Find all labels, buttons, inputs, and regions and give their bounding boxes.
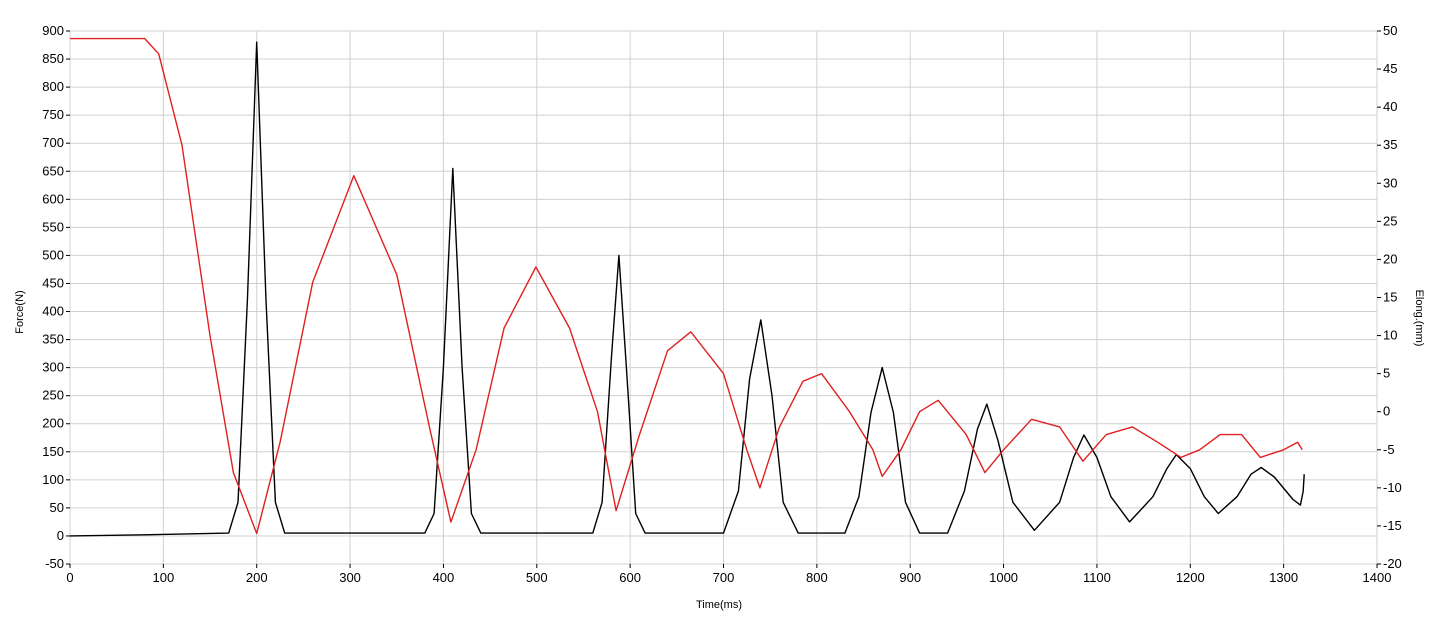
y2-tick-label: 50 [1383, 23, 1397, 38]
y2-tick-label: 0 [1383, 404, 1390, 419]
dual-axis-line-chart: -500501001502002503003504004505005506006… [14, 23, 1425, 611]
y-tick-label: 900 [42, 23, 64, 38]
y-tick-label: 400 [42, 304, 64, 319]
y-tick-label: 850 [42, 51, 64, 66]
x-tick-label: 0 [66, 570, 73, 585]
y-tick-label: 0 [57, 528, 64, 543]
y2-tick-label: 10 [1383, 328, 1397, 343]
x-tick-label: 100 [153, 570, 175, 585]
x-tick-label: 700 [713, 570, 735, 585]
y-tick-label: 300 [42, 360, 64, 375]
x-tick-label: 1000 [989, 570, 1018, 585]
y-tick-label: 650 [42, 163, 64, 178]
x-tick-label: 200 [246, 570, 268, 585]
x-axis-label: Time(ms) [696, 599, 742, 611]
y-tick-label: 500 [42, 247, 64, 262]
y2-tick-label: -15 [1383, 518, 1402, 533]
y2-tick-label: -20 [1383, 556, 1402, 571]
y-tick-label: -50 [45, 556, 64, 571]
x-tick-label: 1100 [1083, 570, 1111, 585]
y-tick-label: 350 [42, 332, 64, 347]
y-tick-label: 100 [42, 472, 64, 487]
x-tick-label: 900 [899, 570, 921, 585]
y2-tick-label: 35 [1383, 137, 1397, 152]
y-tick-label: 700 [42, 135, 64, 150]
y-tick-label: 750 [42, 107, 64, 122]
y2-tick-label: 5 [1383, 366, 1390, 381]
y2-tick-label: 45 [1383, 61, 1397, 76]
y-tick-label: 800 [42, 79, 64, 94]
y2-tick-label: -10 [1383, 480, 1402, 495]
y2-tick-label: 25 [1383, 213, 1397, 228]
y2-tick-label: 20 [1383, 251, 1397, 266]
y-axis-label: Force(N) [14, 290, 26, 333]
y-tick-label: 250 [42, 388, 64, 403]
x-tick-label: 600 [619, 570, 641, 585]
y2-tick-label: 30 [1383, 175, 1397, 190]
left-axis-ticks: -50 0 50 100 150 200 250 300 350 400 450 500 550 600 6… [42, 23, 70, 571]
x-tick-label: 1200 [1176, 570, 1205, 585]
x-tick-label: 400 [433, 570, 455, 585]
y2-tick-label: 15 [1383, 290, 1397, 305]
y-tick-label: 450 [42, 275, 64, 290]
x-tick-label: 1400 [1363, 570, 1392, 585]
y2-tick-label: 40 [1383, 99, 1397, 114]
y2-tick-label: -5 [1383, 442, 1395, 457]
right-axis-ticks: -20 -15 -10 -5 0 5 10 15 20 25 30 35 40 45 50 [1377, 23, 1402, 571]
y-tick-label: 550 [42, 219, 64, 234]
y2-axis-label: Elong.(mm) [1413, 290, 1425, 347]
x-tick-label: 1300 [1269, 570, 1298, 585]
x-tick-label: 300 [339, 570, 361, 585]
y-tick-label: 50 [50, 500, 64, 515]
x-axis-ticks: 0 100 200 300 400 500 600 700 800 900 1000 1100 1200… [66, 564, 1391, 585]
y-tick-label: 600 [42, 191, 64, 206]
x-tick-label: 500 [526, 570, 548, 585]
x-tick-label: 800 [806, 570, 828, 585]
y-tick-label: 200 [42, 416, 64, 431]
y-tick-label: 150 [42, 444, 64, 459]
